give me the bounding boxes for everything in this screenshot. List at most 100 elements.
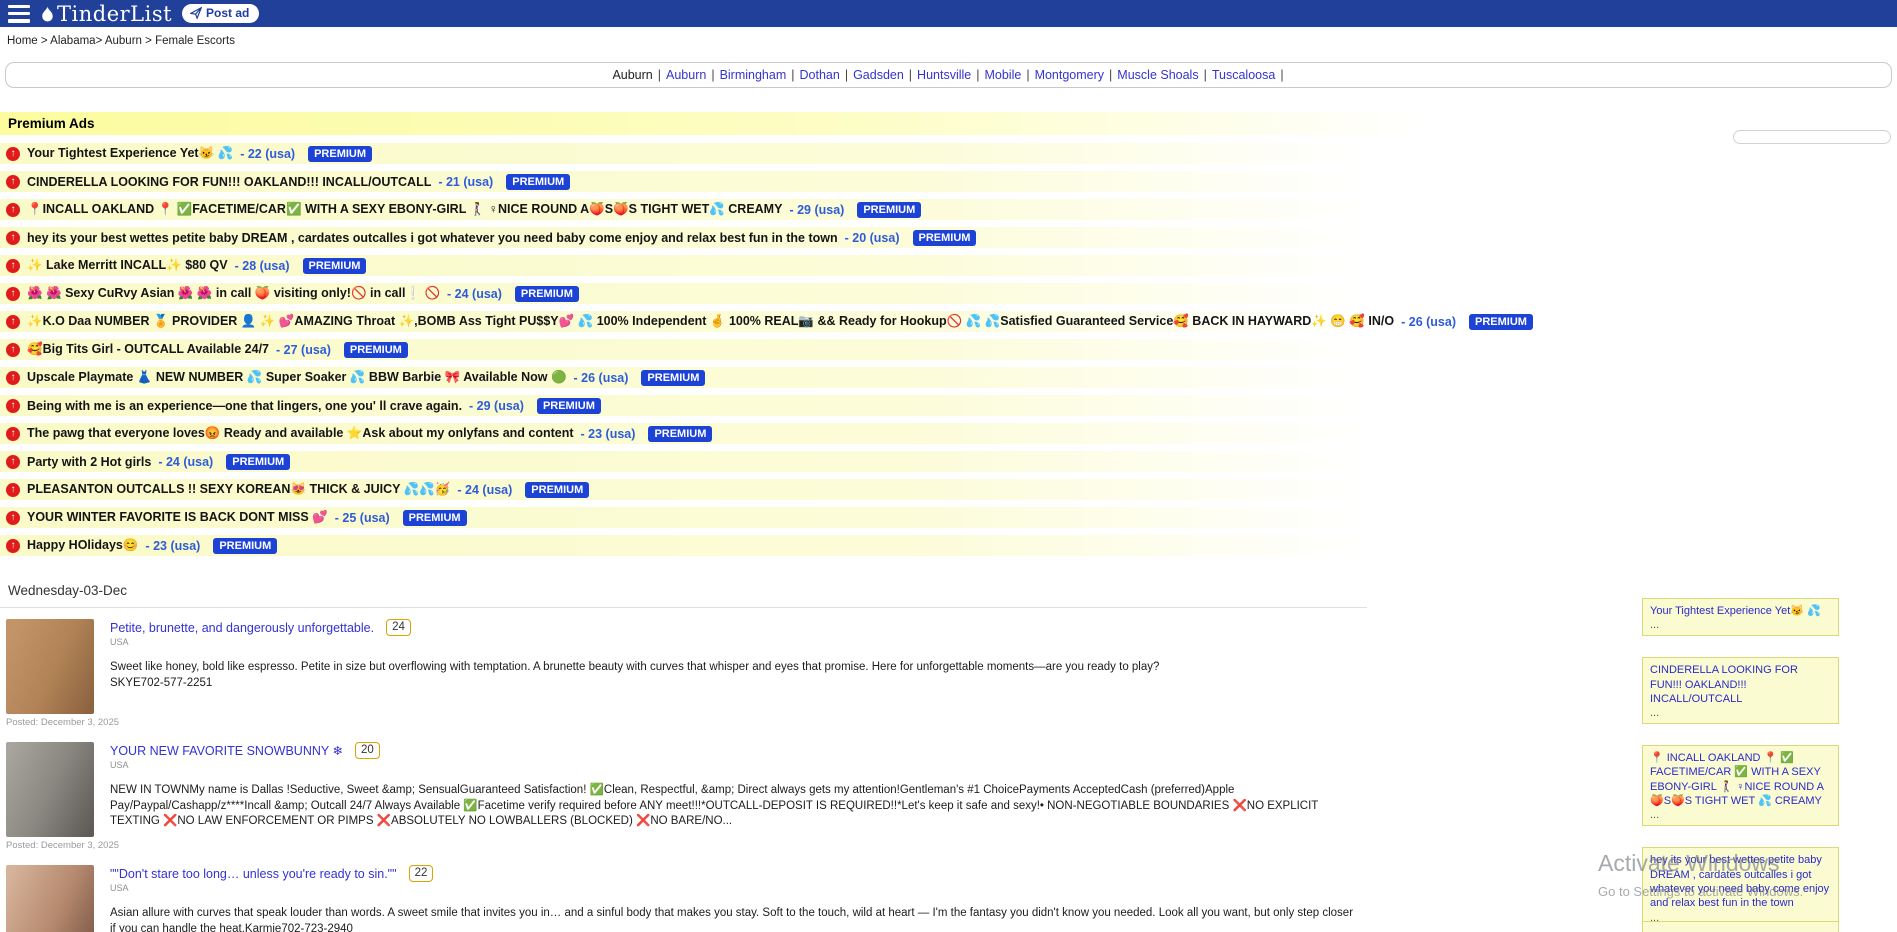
premium-ad-row[interactable]: 🌺 🌺 Sexy CuRvy Asian 🌺 🌺 in call 🍑 visit…: [0, 283, 1897, 304]
sidebar-ad-title[interactable]: Your Tightest Experience Yet😼 💦: [1650, 604, 1831, 618]
premium-ad-row[interactable]: Party with 2 Hot girls - 24 (usa) PREMIU…: [0, 451, 1897, 472]
breadcrumb-link[interactable]: Alabama: [50, 35, 95, 47]
city-link[interactable]: Tuscaloosa: [1212, 68, 1275, 82]
premium-ad-age-link[interactable]: - 20 (usa): [845, 231, 900, 245]
listing-description: Asian allure with curves that speak loud…: [110, 906, 1360, 932]
sidebar-ad-box[interactable]: 📍 INCALL OAKLAND 📍 ✅ FACETIME/CAR ✅ WITH…: [1642, 745, 1839, 826]
top-navbar: TinderList Post ad: [0, 0, 1897, 27]
sidebar-ad-box[interactable]: CINDERELLA LOOKING FOR FUN!!! OAKLAND!!!…: [1642, 657, 1839, 724]
listing-title-link[interactable]: YOUR NEW FAVORITE SNOWBUNNY ❄: [110, 743, 343, 758]
premium-ad-row[interactable]: 📍INCALL OAKLAND 📍 ✅FACETIME/CAR✅ WITH A …: [0, 199, 1897, 220]
premium-ad-title[interactable]: 📍INCALL OAKLAND 📍 ✅FACETIME/CAR✅ WITH A …: [27, 202, 782, 217]
listing-row: Posted: December 3, 2025 YOUR NEW FAVORI…: [6, 742, 1367, 851]
listing-posted-date: Posted: December 3, 2025: [6, 717, 96, 728]
breadcrumb: Home > Alabama> Auburn > Female Escorts: [0, 27, 1897, 51]
city-link[interactable]: Mobile: [984, 68, 1021, 82]
premium-badge: PREMIUM: [913, 230, 977, 246]
listing-title-link[interactable]: ""Don't stare too long… unless you're re…: [110, 867, 397, 881]
premium-ad-age-link[interactable]: - 24 (usa): [158, 455, 213, 469]
listing-country-label: USA: [110, 883, 1360, 893]
premium-ad-row[interactable]: The pawg that everyone loves😡 Ready and …: [0, 423, 1897, 444]
premium-ad-age-link[interactable]: - 27 (usa): [276, 343, 331, 357]
sidebar-ad-box[interactable]: hey its your best wettes petite baby DRE…: [1642, 847, 1839, 928]
listing-age-badge: 20: [355, 742, 380, 759]
premium-ad-title[interactable]: The pawg that everyone loves😡 Ready and …: [27, 426, 574, 441]
city-link[interactable]: Muscle Shoals: [1117, 68, 1198, 82]
premium-ad-row[interactable]: hey its your best wettes petite baby DRE…: [0, 227, 1897, 248]
sidebar-ad-title[interactable]: 📍 INCALL OAKLAND 📍 ✅ FACETIME/CAR ✅ WITH…: [1650, 751, 1831, 808]
sidebar-ad-ellipsis: ...: [1650, 707, 1831, 719]
brand-logo[interactable]: TinderList: [40, 2, 172, 26]
premium-ad-row[interactable]: Being with me is an experience—one that …: [0, 395, 1897, 416]
sidebar-ad-box-partial[interactable]: [1642, 921, 1839, 932]
city-link[interactable]: Montgomery: [1035, 68, 1104, 82]
city-separator: |: [658, 68, 661, 82]
premium-ad-title[interactable]: Upscale Playmate 👗 NEW NUMBER 💦 Super So…: [27, 370, 567, 385]
breadcrumb-link[interactable]: Home: [7, 35, 38, 47]
premium-ad-title[interactable]: CINDERELLA LOOKING FOR FUN!!! OAKLAND!!!…: [27, 175, 431, 189]
premium-ad-age-link[interactable]: - 21 (usa): [438, 175, 493, 189]
premium-ad-row[interactable]: ✨K.O Daa NUMBER 🏅 PROVIDER 👤 ✨ 💕AMAZING …: [0, 311, 1897, 332]
premium-ad-age-link[interactable]: - 24 (usa): [457, 483, 512, 497]
premium-ad-row[interactable]: Upscale Playmate 👗 NEW NUMBER 💦 Super So…: [0, 367, 1897, 388]
premium-ad-age-link[interactable]: - 25 (usa): [335, 511, 390, 525]
listing-feed: Wednesday-03-Dec Posted: December 3, 202…: [0, 578, 1367, 932]
premium-ad-age-link[interactable]: - 22 (usa): [240, 147, 295, 161]
premium-ad-age-link[interactable]: - 26 (usa): [574, 371, 629, 385]
premium-ad-age-link[interactable]: - 26 (usa): [1401, 315, 1456, 329]
premium-ad-title[interactable]: ✨ Lake Merritt INCALL✨ $80 QV: [27, 258, 228, 273]
city-link[interactable]: Huntsville: [917, 68, 971, 82]
breadcrumb-link[interactable]: Auburn: [105, 35, 142, 47]
listing-photo[interactable]: [6, 619, 94, 714]
date-header: Wednesday-03-Dec: [0, 578, 1367, 608]
city-separator: |: [791, 68, 794, 82]
premium-badge: PREMIUM: [213, 538, 277, 554]
sidebar-ad-title[interactable]: CINDERELLA LOOKING FOR FUN!!! OAKLAND!!!…: [1650, 663, 1831, 706]
premium-badge: PREMIUM: [403, 510, 467, 526]
premium-ad-age-link[interactable]: - 29 (usa): [469, 399, 524, 413]
top-right-placeholder-box: [1733, 130, 1891, 144]
premium-ad-row[interactable]: CINDERELLA LOOKING FOR FUN!!! OAKLAND!!!…: [0, 171, 1897, 192]
premium-ad-row[interactable]: Happy HOlidays😊 - 23 (usa) PREMIUM: [0, 535, 1897, 556]
city-link[interactable]: Birmingham: [720, 68, 787, 82]
premium-ad-row[interactable]: 🥰Big Tits Girl - OUTCALL Available 24/7 …: [0, 339, 1897, 360]
listing-photo[interactable]: [6, 865, 94, 932]
premium-ad-row[interactable]: YOUR WINTER FAVORITE IS BACK DONT MISS 💕…: [0, 507, 1897, 528]
listing-age-badge: 22: [409, 865, 434, 882]
premium-ad-title[interactable]: PLEASANTON OUTCALLS !! SEXY KOREAN😻 THIC…: [27, 482, 450, 497]
premium-ad-row[interactable]: Your Tightest Experience Yet😼 💦 - 22 (us…: [0, 143, 1897, 164]
sidebar-ad-title[interactable]: hey its your best wettes petite baby DRE…: [1650, 853, 1831, 910]
premium-ad-title[interactable]: Your Tightest Experience Yet😼 💦: [27, 146, 233, 161]
listing-title-link[interactable]: Petite, brunette, and dangerously unforg…: [110, 621, 374, 635]
up-arrow-icon: [6, 399, 20, 413]
premium-ad-title[interactable]: Party with 2 Hot girls: [27, 455, 151, 469]
city-link[interactable]: Auburn: [666, 68, 706, 82]
breadcrumb-link[interactable]: Female Escorts: [155, 35, 235, 47]
sidebar-ad-box[interactable]: Your Tightest Experience Yet😼 💦 ...: [1642, 598, 1839, 636]
premium-ad-title[interactable]: 🥰Big Tits Girl - OUTCALL Available 24/7: [27, 342, 269, 357]
city-link[interactable]: Auburn: [612, 68, 652, 82]
premium-ad-title[interactable]: ✨K.O Daa NUMBER 🏅 PROVIDER 👤 ✨ 💕AMAZING …: [27, 314, 1394, 329]
premium-ad-age-link[interactable]: - 23 (usa): [145, 539, 200, 553]
listing-contact: SKYE702-577-2251: [110, 676, 1360, 692]
up-arrow-icon: [6, 231, 20, 245]
premium-ad-age-link[interactable]: - 29 (usa): [789, 203, 844, 217]
listing-photo[interactable]: [6, 742, 94, 837]
hamburger-menu-icon[interactable]: [8, 5, 30, 23]
premium-ad-title[interactable]: Happy HOlidays😊: [27, 538, 138, 553]
city-links-box: Auburn| Auburn| Birmingham| Dothan| Gads…: [5, 62, 1892, 88]
premium-ad-age-link[interactable]: - 24 (usa): [447, 287, 502, 301]
premium-ad-age-link[interactable]: - 28 (usa): [235, 259, 290, 273]
city-separator: |: [845, 68, 848, 82]
premium-ad-title[interactable]: Being with me is an experience—one that …: [27, 399, 462, 413]
listing-info-column: ""Don't stare too long… unless you're re…: [110, 865, 1360, 932]
premium-ad-row[interactable]: ✨ Lake Merritt INCALL✨ $80 QV - 28 (usa)…: [0, 255, 1897, 276]
premium-ad-title[interactable]: hey its your best wettes petite baby DRE…: [27, 231, 838, 245]
premium-ad-title[interactable]: 🌺 🌺 Sexy CuRvy Asian 🌺 🌺 in call 🍑 visit…: [27, 286, 440, 301]
city-link[interactable]: Gadsden: [853, 68, 904, 82]
post-ad-button[interactable]: Post ad: [182, 4, 259, 23]
premium-ad-title[interactable]: YOUR WINTER FAVORITE IS BACK DONT MISS 💕: [27, 510, 328, 525]
premium-ad-age-link[interactable]: - 23 (usa): [581, 427, 636, 441]
premium-ad-row[interactable]: PLEASANTON OUTCALLS !! SEXY KOREAN😻 THIC…: [0, 479, 1897, 500]
city-link[interactable]: Dothan: [800, 68, 840, 82]
